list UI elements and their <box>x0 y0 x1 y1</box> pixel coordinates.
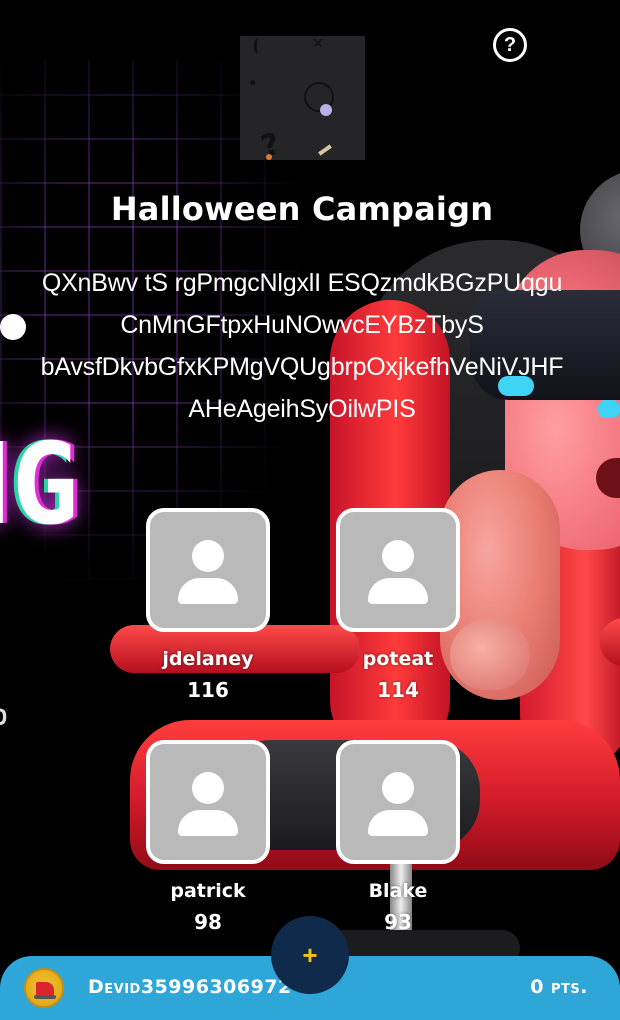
description-line: bAvsfDkvbGfxKPMgVQUgbrpOxjkefhVeNiVJHF <box>40 353 564 381</box>
person-icon <box>192 772 224 804</box>
help-icon: ? <box>503 34 517 56</box>
plus-icon: + <box>302 940 318 970</box>
player-score: 114 <box>377 678 419 702</box>
person-icon-body <box>178 578 238 604</box>
logo-moon <box>320 104 332 116</box>
description-line: AHeAgeihSyOilwPIS <box>188 395 416 423</box>
character-hand <box>450 620 530 690</box>
boot-icon <box>36 982 54 996</box>
boot-icon-sole <box>34 995 56 999</box>
player-score: 93 <box>384 910 412 934</box>
user-avatar[interactable] <box>24 968 64 1008</box>
person-icon-body <box>368 810 428 836</box>
logo-mark: ✕ <box>312 36 324 52</box>
player-score: 98 <box>194 910 222 934</box>
background-neon-text: NG <box>0 420 81 550</box>
avatar <box>336 508 460 632</box>
person-icon <box>382 772 414 804</box>
leaderboard-player[interactable]: Blake 93 <box>335 740 461 934</box>
person-icon <box>192 540 224 572</box>
leaderboard-player[interactable]: poteat 114 <box>335 508 461 702</box>
avatar <box>146 740 270 864</box>
avatar <box>336 740 460 864</box>
description-line: CnMnGFtpxHuNOwvcEYBzTbyS <box>120 311 484 339</box>
player-name: Blake <box>368 880 428 902</box>
campaign-title: Halloween Campaign <box>110 190 494 228</box>
player-name: patrick <box>170 880 246 902</box>
player-name: poteat <box>362 648 434 670</box>
description-line: QXnBwv tS rgPmgcNlgxlI ESQzmdkBGzPUqgu <box>41 269 563 297</box>
help-button[interactable]: ? <box>493 28 527 62</box>
person-icon <box>382 540 414 572</box>
leaderboard-player[interactable]: jdelaney 116 <box>145 508 271 702</box>
person-icon-body <box>178 810 238 836</box>
logo-mark <box>318 144 332 156</box>
logo-mark <box>254 38 264 54</box>
logo-mark <box>250 80 255 85</box>
campaign-image: ✕ ? <box>240 36 365 160</box>
player-name: jdelaney <box>162 648 254 670</box>
points-display: 0 pts. <box>530 976 588 998</box>
background-small-text: D <box>0 706 8 731</box>
username: Devid35996306972 <box>88 976 292 998</box>
avatar <box>146 508 270 632</box>
logo-mark <box>266 154 272 160</box>
leaderboard-player[interactable]: patrick 98 <box>145 740 271 934</box>
add-button[interactable]: + <box>271 916 349 994</box>
campaign-description: QXnBwv tS rgPmgcNlgxlI ESQzmdkBGzPUqgu C… <box>0 262 620 430</box>
person-icon-body <box>368 578 428 604</box>
app-screen: NG D ✕ ? ? Halloween Campaign QXnBwv tS … <box>0 0 620 1020</box>
player-score: 116 <box>187 678 229 702</box>
